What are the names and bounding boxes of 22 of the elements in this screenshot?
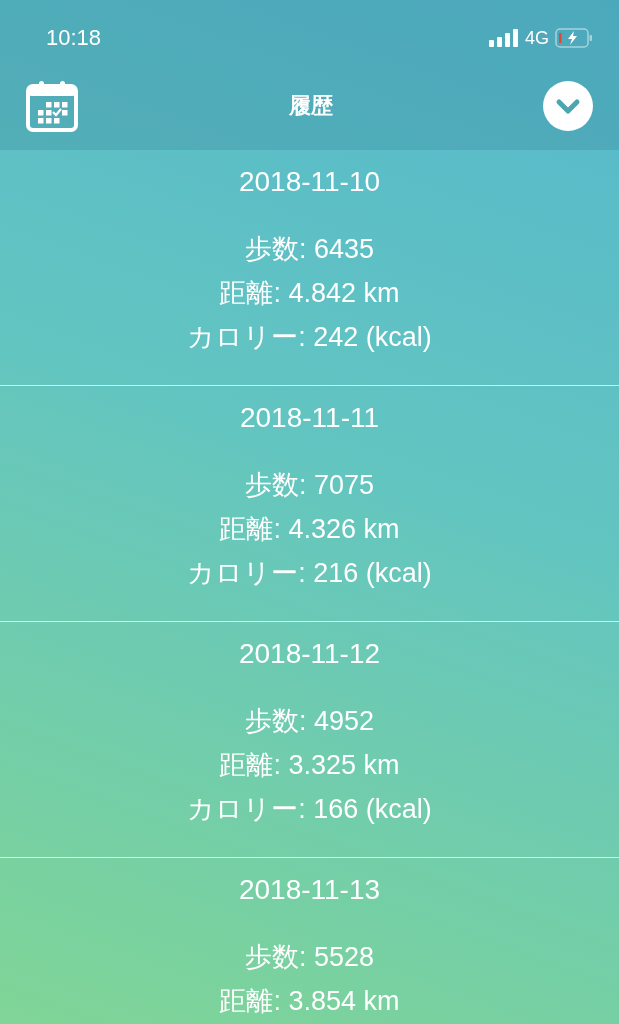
status-time: 10:18 (46, 25, 102, 51)
entry-stat: カロリー: 166 (kcal) (187, 793, 432, 826)
entry-stat: 距離: 4.326 km (219, 513, 400, 546)
entry-date: 2018-11-12 (238, 638, 381, 671)
chevron-down-icon[interactable] (543, 81, 593, 131)
battery-icon (555, 28, 593, 48)
entry-stat: 歩数: 4952 (244, 705, 375, 738)
entry-stat: 距離: 4.842 km (219, 277, 400, 310)
page-title: 履歴 (288, 92, 333, 120)
entry-stat: 歩数: 6435 (244, 233, 375, 266)
entry-stat: 歩数: 7075 (244, 469, 375, 502)
entry-stat: 歩数: 5528 (244, 941, 375, 974)
entry-date: 2018-11-10 (238, 166, 381, 199)
entry-stat: カロリー: 242 (kcal) (187, 321, 432, 354)
calendar-icon[interactable] (26, 80, 78, 132)
entry-date: 2018-11-11 (239, 402, 380, 435)
entry-stat: 距離: 3.854 km (219, 985, 400, 1018)
network-label: 4G (525, 27, 549, 49)
entry-stat: 距離: 3.325 km (219, 749, 400, 782)
entry-stat: カロリー: 216 (kcal) (187, 557, 432, 590)
entry-date: 2018-11-13 (238, 874, 381, 907)
signal-icon (489, 29, 519, 47)
